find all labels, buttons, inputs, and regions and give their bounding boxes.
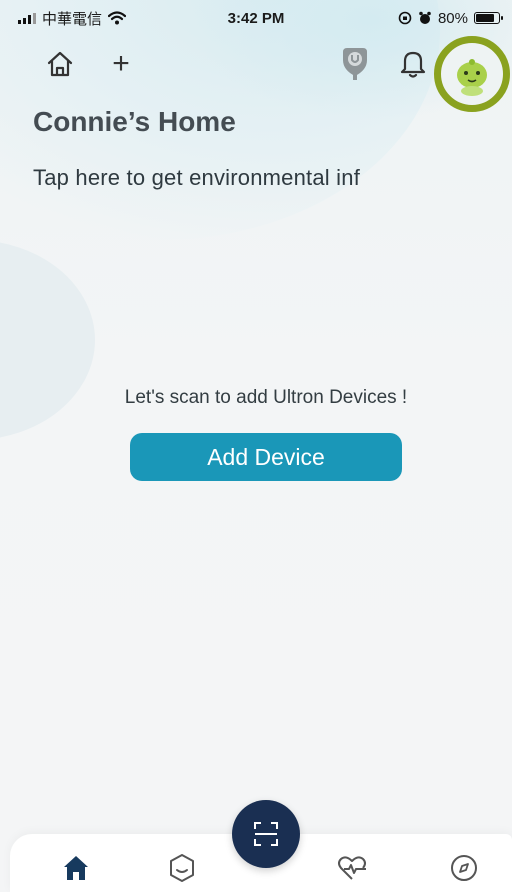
nav-scenes[interactable] <box>162 848 202 888</box>
add-button[interactable]: + <box>106 46 136 82</box>
carrier-name: 中華電信 <box>42 10 103 28</box>
battery-percent: 80% <box>437 9 468 27</box>
scan-icon <box>254 822 278 846</box>
orientation-lock-icon <box>398 11 412 25</box>
empty-state-message: Let's scan to add Ultron Devices ! <box>124 387 408 408</box>
badge-button[interactable] <box>336 44 374 84</box>
wifi-icon <box>108 11 127 25</box>
status-left: 中華電信 <box>18 8 127 29</box>
signal-icon <box>18 12 36 24</box>
page-title: Connie’s Home <box>33 106 236 137</box>
nav-home[interactable] <box>56 848 96 888</box>
status-right: 80% <box>398 9 503 27</box>
scene-icon <box>170 854 194 882</box>
nav-explore[interactable] <box>444 848 484 888</box>
avatar <box>457 59 487 96</box>
bell-icon <box>400 51 426 78</box>
nav-health[interactable] <box>332 848 372 888</box>
status-bar: 中華電信 3:42 PM 80% <box>0 0 512 36</box>
alarm-icon <box>419 11 431 24</box>
home-icon <box>47 51 73 77</box>
explore-icon <box>451 855 477 881</box>
add-device-button[interactable]: Add Device <box>130 433 402 481</box>
badge-icon <box>343 48 367 80</box>
profile-avatar-button[interactable] <box>434 36 510 112</box>
environment-info-link[interactable]: Tap here to get environmental inf <box>33 165 360 191</box>
status-time: 3:42 PM <box>227 9 285 27</box>
scan-button[interactable] <box>232 800 300 868</box>
notifications-button[interactable] <box>396 46 430 82</box>
home-icon <box>64 856 88 880</box>
add-icon: + <box>112 47 130 80</box>
home-switch-button[interactable] <box>42 46 78 82</box>
top-bar: + <box>0 36 512 112</box>
health-icon <box>338 856 366 880</box>
background-blob <box>0 240 95 440</box>
battery-icon <box>474 12 503 24</box>
